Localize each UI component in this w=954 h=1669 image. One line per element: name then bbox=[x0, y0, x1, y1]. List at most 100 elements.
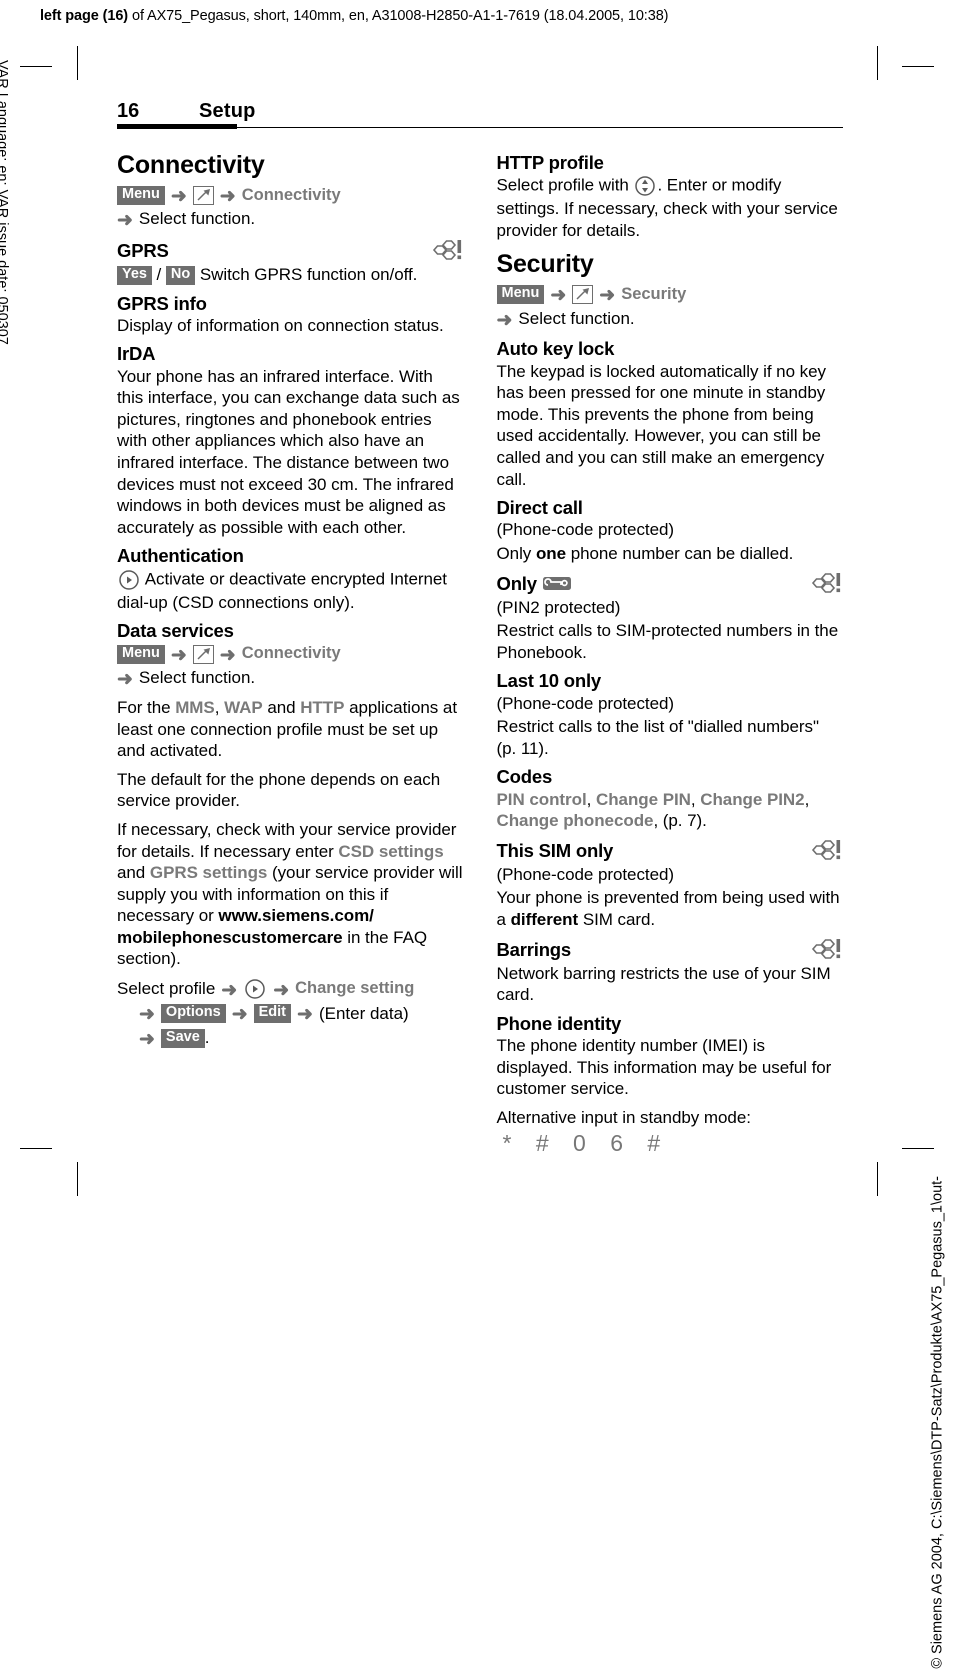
subheading-gprs: GPRS bbox=[117, 239, 464, 263]
arrow-icon bbox=[221, 981, 237, 1000]
ds-p3-and: and bbox=[117, 863, 150, 883]
softkey-yes[interactable]: Yes bbox=[117, 266, 152, 285]
direct-call-protected: (Phone-code protected) bbox=[496, 520, 675, 540]
arrow-icon bbox=[497, 311, 513, 330]
softkey-edit[interactable]: Edit bbox=[253, 1004, 292, 1024]
gprs-info-text: Display of information on connection sta… bbox=[117, 315, 444, 335]
softkey-menu[interactable]: Menu bbox=[117, 185, 165, 205]
step-enter-data: (Enter data) bbox=[318, 1003, 409, 1023]
term-http: HTTP bbox=[300, 698, 345, 718]
softkey-menu[interactable]: Menu bbox=[496, 285, 545, 305]
crop-mark-right-lower bbox=[902, 1148, 934, 1149]
subheading-direct-call-label: Direct call bbox=[496, 497, 583, 519]
two-column-layout: Connectivity Menu Connectivity Select fu… bbox=[117, 151, 844, 1157]
subheading-gprs-info-label: GPRS info bbox=[117, 292, 207, 314]
auto-key-lock-text: The keypad is locked automatically if no… bbox=[496, 361, 827, 489]
arrow-icon bbox=[117, 670, 133, 689]
menu-path-target: Security bbox=[621, 284, 687, 303]
codes-sep-3: , bbox=[804, 789, 810, 809]
subheading-irda: IrDA bbox=[117, 343, 464, 364]
menu-path-select: Select function. bbox=[138, 209, 256, 229]
subheading-authentication-label: Authentication bbox=[117, 545, 244, 567]
data-services-para2: The default for the phone depends on eac… bbox=[117, 769, 441, 811]
subheading-codes: Codes bbox=[497, 766, 844, 787]
softkey-menu[interactable]: Menu bbox=[117, 644, 165, 664]
code-change-pin: Change PIN bbox=[595, 789, 691, 809]
http-profile-pre: Select profile with bbox=[496, 175, 634, 195]
subheading-http-profile-label: HTTP profile bbox=[496, 152, 604, 173]
softkey-options[interactable]: Options bbox=[160, 1004, 226, 1024]
setup-wrench-icon bbox=[192, 185, 214, 205]
arrow-icon bbox=[599, 286, 615, 305]
print-header-page-label: left page (16) bbox=[40, 8, 129, 24]
authentication-body: Activate or deactivate encrypted Interne… bbox=[117, 569, 447, 612]
margin-note-right: © Siemens AG 2004, C:\Siemens\DTP-Satz\P… bbox=[930, 1176, 946, 1669]
crop-mark-bottom-left bbox=[77, 1162, 78, 1196]
last-10-protected: (Phone-code protected) bbox=[496, 693, 675, 713]
ds-p1-and: and bbox=[262, 698, 301, 718]
menu-path-connectivity: Menu Connectivity Select function. bbox=[117, 184, 464, 233]
subheading-gprs-label: GPRS bbox=[117, 240, 169, 262]
step-change-setting: Change setting bbox=[295, 979, 415, 998]
direct-call-pre: Only bbox=[496, 544, 536, 564]
nav-key-up-down-icon bbox=[633, 174, 657, 198]
subheading-last-10-only-label: Last 10 only bbox=[496, 670, 602, 692]
arrow-icon bbox=[171, 187, 187, 206]
crop-mark-top-left bbox=[77, 46, 78, 80]
only-text: Restrict calls to SIM-protected numbers … bbox=[496, 621, 839, 662]
print-header: left page (16) of AX75_Pegasus, short, 1… bbox=[40, 8, 669, 24]
menu-path-security: Menu Security Select function. bbox=[496, 283, 844, 332]
phone-identity-text: The phone identity number (IMEI) is disp… bbox=[496, 1035, 832, 1099]
step-period: . bbox=[204, 1028, 210, 1048]
subheading-barrings-label: Barrings bbox=[496, 938, 572, 960]
data-services-steps: Select profile Change setting Options bbox=[117, 977, 464, 1051]
subheading-http-profile: HTTP profile bbox=[497, 152, 844, 173]
phone-identity-alt-label: Alternative input in standby mode: bbox=[496, 1107, 751, 1127]
print-header-details: of AX75_Pegasus, short, 140mm, en, A3100… bbox=[128, 8, 669, 24]
subheading-data-services-label: Data services bbox=[117, 620, 234, 642]
crop-mark-bottom-right bbox=[877, 1162, 878, 1196]
barrings-text: Network barring restricts the use of you… bbox=[496, 963, 831, 1005]
data-services-para3: If necessary, check with your service pr… bbox=[117, 819, 464, 970]
menu-path-select: Select function. bbox=[518, 308, 635, 328]
network-dependent-icon bbox=[809, 938, 843, 962]
page-header: 16 Setup bbox=[117, 100, 843, 123]
crop-mark-top-right bbox=[877, 46, 878, 80]
this-sim-only-protected: (Phone-code protected) bbox=[496, 864, 675, 884]
softkey-save[interactable]: Save bbox=[160, 1029, 205, 1049]
subheading-phone-identity: Phone identity bbox=[497, 1013, 844, 1034]
network-dependent-icon bbox=[809, 839, 843, 863]
menu-path-target: Connectivity bbox=[241, 185, 341, 204]
arrow-icon bbox=[232, 1005, 248, 1024]
code-pin-control: PIN control bbox=[496, 789, 587, 809]
subheading-this-sim-only-label: This SIM only bbox=[496, 840, 614, 862]
crop-mark-left-upper bbox=[20, 66, 52, 67]
gprs-toggle-line: Yes / No Switch GPRS function on/off. bbox=[117, 264, 464, 286]
subheading-phone-identity-label: Phone identity bbox=[496, 1012, 622, 1034]
menu-path-data-services: Menu Connectivity Select function. bbox=[117, 642, 464, 691]
ds-p1-c1: , bbox=[214, 698, 225, 718]
arrow-icon bbox=[550, 286, 566, 305]
arrow-icon bbox=[297, 1005, 313, 1024]
subheading-only: Only bbox=[497, 572, 844, 596]
arrow-icon bbox=[220, 187, 236, 206]
subheading-barrings: Barrings bbox=[497, 938, 844, 962]
arrow-icon bbox=[220, 646, 236, 665]
subheading-direct-call: Direct call bbox=[497, 497, 844, 518]
setup-wrench-icon bbox=[192, 644, 214, 664]
section-heading-connectivity: Connectivity bbox=[117, 151, 265, 179]
gprs-separator: / bbox=[156, 265, 162, 285]
subheading-last-10-only: Last 10 only bbox=[497, 670, 844, 691]
softkey-no[interactable]: No bbox=[165, 266, 196, 285]
irda-text: Your phone has an infrared interface. Wi… bbox=[117, 366, 460, 537]
right-column: HTTP profile Select profile with . Enter… bbox=[496, 152, 844, 1157]
network-dependent-icon bbox=[809, 572, 843, 596]
crop-mark-left-lower bbox=[20, 1148, 52, 1149]
nav-key-right-icon bbox=[117, 568, 141, 592]
subheading-auto-key-lock-label: Auto key lock bbox=[496, 338, 615, 360]
nav-key-right-icon bbox=[243, 977, 267, 1001]
term-gprs-settings: GPRS settings bbox=[149, 863, 268, 883]
only-protected: (PIN2 protected) bbox=[496, 597, 621, 617]
setup-wrench-icon bbox=[572, 285, 594, 305]
arrow-icon bbox=[139, 1030, 155, 1049]
